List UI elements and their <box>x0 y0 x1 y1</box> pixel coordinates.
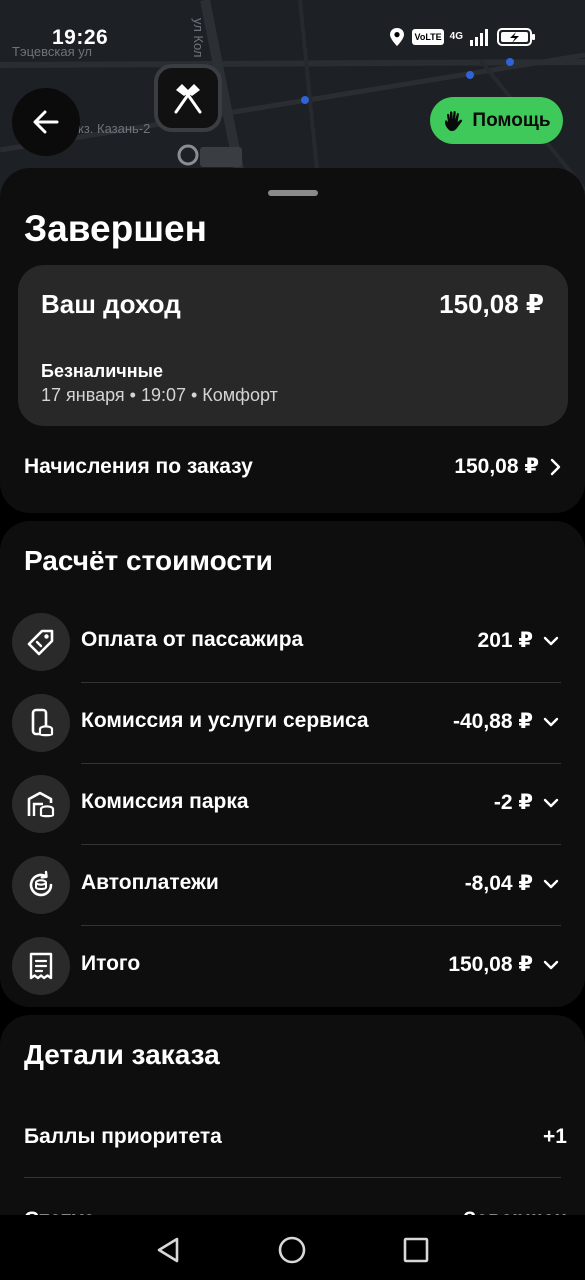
cost-row-label: Комиссия и услуги сервиса <box>81 709 369 732</box>
cost-row-park-commission[interactable]: Комиссия парка -2 ₽ <box>0 764 585 845</box>
order-status-title: Завершен <box>24 208 207 249</box>
receipt-icon <box>12 937 70 995</box>
income-value: 150,08 ₽ <box>439 289 544 319</box>
status-bar: 19:26 VoLTE 4G <box>0 0 585 70</box>
cost-row-value: 201 ₽ <box>477 629 533 652</box>
autopay-icon <box>12 856 70 914</box>
accruals-value: 150,08 ₽ <box>454 455 539 478</box>
help-label: Помощь <box>472 109 551 131</box>
nav-recents-button[interactable] <box>396 1230 436 1270</box>
cost-row-total[interactable]: Итого 150,08 ₽ <box>0 926 585 1007</box>
arrow-left-icon <box>33 110 59 134</box>
payment-type: Безналичные <box>41 361 163 381</box>
order-summary-card: Завершен Ваш доход 150,08 ₽ Безналичные … <box>0 168 585 513</box>
priority-points-row: Баллы приоритета +1 <box>24 1125 567 1149</box>
help-button[interactable]: Помощь <box>430 97 563 144</box>
status-icons: VoLTE 4G <box>388 27 537 47</box>
chevron-down-icon <box>543 960 559 969</box>
square-recents-icon <box>403 1237 429 1263</box>
chevron-right-icon <box>550 458 561 475</box>
details-title: Детали заказа <box>24 1039 220 1070</box>
divider <box>24 1177 561 1178</box>
sheet-drag-handle[interactable] <box>268 190 318 196</box>
cost-row-label: Итого <box>81 952 141 975</box>
garage-coins-icon <box>12 775 70 833</box>
park-marker[interactable] <box>154 64 222 132</box>
priority-label: Баллы приоритета <box>24 1125 222 1148</box>
accruals-label: Начисления по заказу <box>24 454 253 478</box>
status-time: 19:26 <box>52 26 109 49</box>
order-meta: 17 января • 19:07 • Комфорт <box>41 385 278 405</box>
crossed-flags-icon <box>174 84 202 114</box>
system-navigation-bar <box>0 1215 585 1280</box>
nav-back-button[interactable] <box>148 1230 188 1270</box>
cost-row-label: Комиссия парка <box>81 790 249 813</box>
cost-row-value: 150,08 ₽ <box>448 953 533 976</box>
phone-coins-icon <box>12 694 70 752</box>
back-button[interactable] <box>12 88 80 156</box>
chevron-down-icon <box>543 879 559 888</box>
battery-charging-icon <box>497 28 535 46</box>
signal-icon <box>470 29 488 46</box>
cost-title: Расчёт стоимости <box>24 545 273 576</box>
chevron-down-icon <box>543 798 559 807</box>
waving-hand-icon <box>445 110 463 131</box>
cost-row-value: -40,88 ₽ <box>453 710 533 733</box>
cost-row-passenger-payment[interactable]: Оплата от пассажира 201 ₽ <box>0 602 585 683</box>
cost-breakdown-card: Расчёт стоимости Оплата от пассажира 201… <box>0 521 585 1007</box>
triangle-back-icon <box>157 1237 179 1263</box>
accruals-row[interactable]: Начисления по заказу 150,08 ₽ <box>24 454 561 479</box>
chevron-down-icon <box>543 717 559 726</box>
cost-row-value: -8,04 ₽ <box>464 872 533 895</box>
network-type: 4G <box>449 31 463 42</box>
cost-row-label: Автоплатежи <box>81 871 219 894</box>
map-station-label: кз. Казань-2 <box>78 121 151 136</box>
chevron-down-icon <box>543 636 559 645</box>
volte-badge: VoLTE <box>412 29 444 45</box>
cost-row-service-commission[interactable]: Комиссия и услуги сервиса -40,88 ₽ <box>0 683 585 764</box>
cost-row-label: Оплата от пассажира <box>81 628 304 651</box>
income-label: Ваш доход <box>41 289 181 319</box>
cost-row-value: -2 ₽ <box>493 791 533 814</box>
income-box: Ваш доход 150,08 ₽ Безналичные 17 января… <box>18 265 568 426</box>
circle-home-icon <box>278 1236 306 1264</box>
location-icon <box>390 28 405 46</box>
priority-value: +1 <box>543 1125 567 1148</box>
cost-row-autopayments[interactable]: Автоплатежи -8,04 ₽ <box>0 845 585 926</box>
tag-icon <box>12 613 70 671</box>
nav-home-button[interactable] <box>272 1230 312 1270</box>
